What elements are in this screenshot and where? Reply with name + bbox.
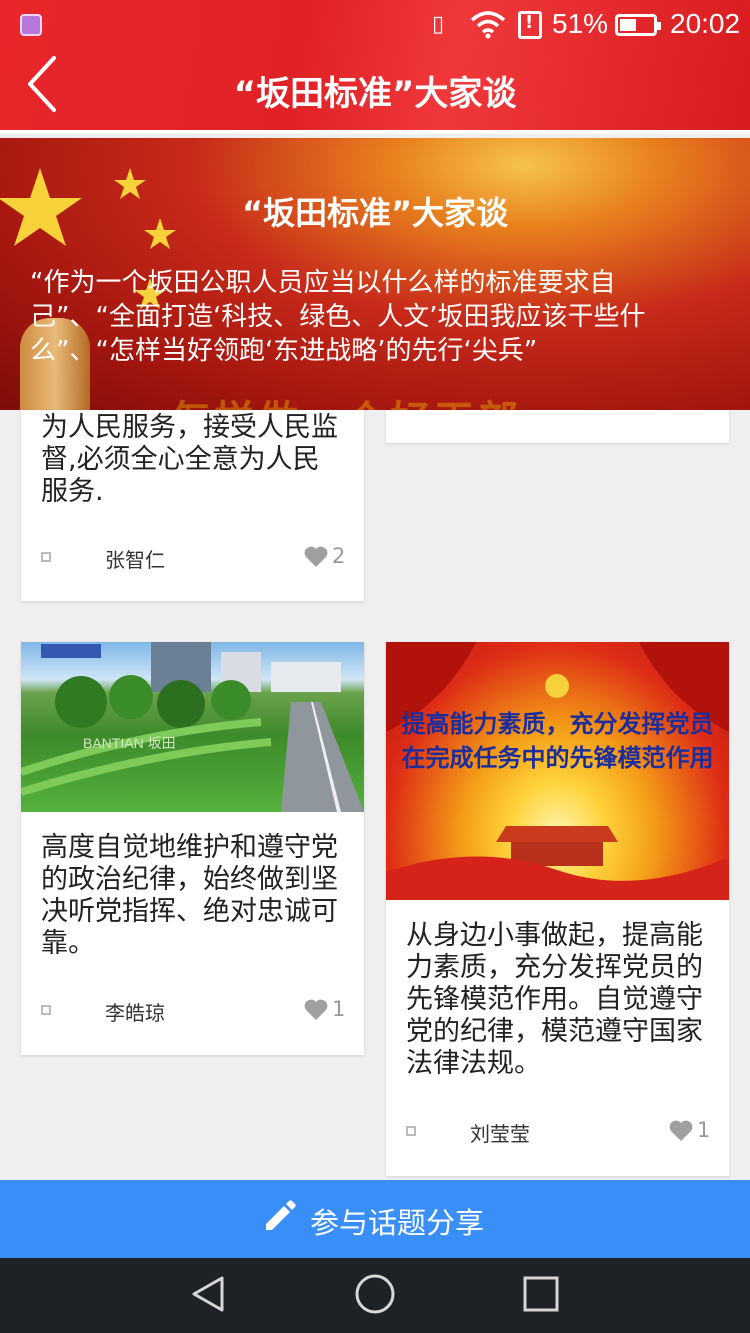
pencil-icon (266, 1200, 296, 1230)
author-name: 张智仁 (105, 548, 165, 572)
share-topic-button[interactable]: 参与话题分享 (0, 1180, 750, 1258)
system-navigation-bar (0, 1258, 750, 1333)
back-triangle-icon[interactable] (188, 1274, 228, 1314)
post-footer: 李皓琼 1 (21, 991, 364, 1031)
avatar (41, 552, 51, 562)
post-text: 从身边小事做起，提高能力素质，充分发挥党员的先锋模范作用。自觉遵守党的纪律，模范… (406, 920, 703, 1079)
post-text: 为人民服务，接受人民监督,必须全心全意为人民服务. (41, 412, 338, 507)
banner-description: “作为一个坂田公职人员应当以什么样的标准要求自己”、“全面打造‘科技、绿色、人文… (30, 268, 646, 366)
image-caption-line-2: 在完成任务中的先锋模范作用 (401, 743, 714, 772)
bantian-road-image: BANTIAN 坂田 (21, 642, 364, 812)
post-image: BANTIAN 坂田 (21, 642, 364, 812)
post-card[interactable] (386, 410, 729, 443)
heart-icon[interactable] (668, 1119, 694, 1143)
sim-alert-icon (518, 11, 542, 39)
author-name: 刘莹莹 (470, 1122, 530, 1146)
post-card[interactable]: BANTIAN 坂田 高度自觉地维护和遵守党的政治纪律，始终做到坚决听党指挥、绝… (21, 642, 364, 1055)
vibrate-icon: ▯ (432, 12, 445, 37)
like-count: 2 (332, 544, 346, 568)
status-bar: ▯ 51% 20:02 (0, 0, 750, 50)
like-count: 1 (697, 1118, 711, 1142)
heart-icon[interactable] (303, 545, 329, 569)
recents-square-icon[interactable] (522, 1275, 560, 1313)
avatar (406, 1126, 416, 1136)
banner-title: “坂田标准”大家谈 (241, 194, 509, 232)
battery-percent: 51% (552, 8, 609, 39)
share-topic-label: 参与话题分享 (310, 1206, 485, 1240)
battery-icon (615, 14, 661, 36)
post-image: 提高能力素质，充分发挥党员 在完成任务中的先锋模范作用 (386, 642, 729, 900)
gallery-notification-icon (20, 14, 42, 36)
home-circle-icon[interactable] (354, 1273, 396, 1315)
clock: 20:02 (670, 8, 741, 39)
post-footer: 刘莹莹 1 (386, 1112, 729, 1152)
avatar (41, 1005, 51, 1015)
page-title: “坂田标准”大家谈 (233, 74, 517, 114)
topic-banner: 怎样做一个好干部 “坂田标准”大家谈 “作为一个坂田公职人员应当以什么样的标准要… (0, 138, 750, 410)
post-card[interactable]: 提高能力素质，充分发挥党员 在完成任务中的先锋模范作用 从身边小事做起，提高能力… (386, 642, 729, 1176)
post-footer: 张智仁 2 (21, 538, 364, 578)
heart-icon[interactable] (303, 998, 329, 1022)
post-text: 高度自觉地维护和遵守党的政治纪律，始终做到坚决听党指挥、绝对忠诚可靠。 (41, 832, 338, 959)
author-name: 李皓琼 (105, 1001, 165, 1025)
like-count: 1 (332, 997, 346, 1021)
image-caption-line-1: 提高能力素质，充分发挥党员 (401, 709, 714, 738)
post-card[interactable]: 为人民服务，接受人民监督,必须全心全意为人民服务. 张智仁 2 (21, 410, 364, 601)
svg-text:BANTIAN 坂田: BANTIAN 坂田 (83, 735, 176, 751)
banner-watermark: 怎样做一个好干部 (170, 388, 522, 410)
app-header: ▯ 51% 20:02 “坂田标准”大家谈 (0, 0, 750, 134)
wifi-icon (470, 11, 506, 39)
